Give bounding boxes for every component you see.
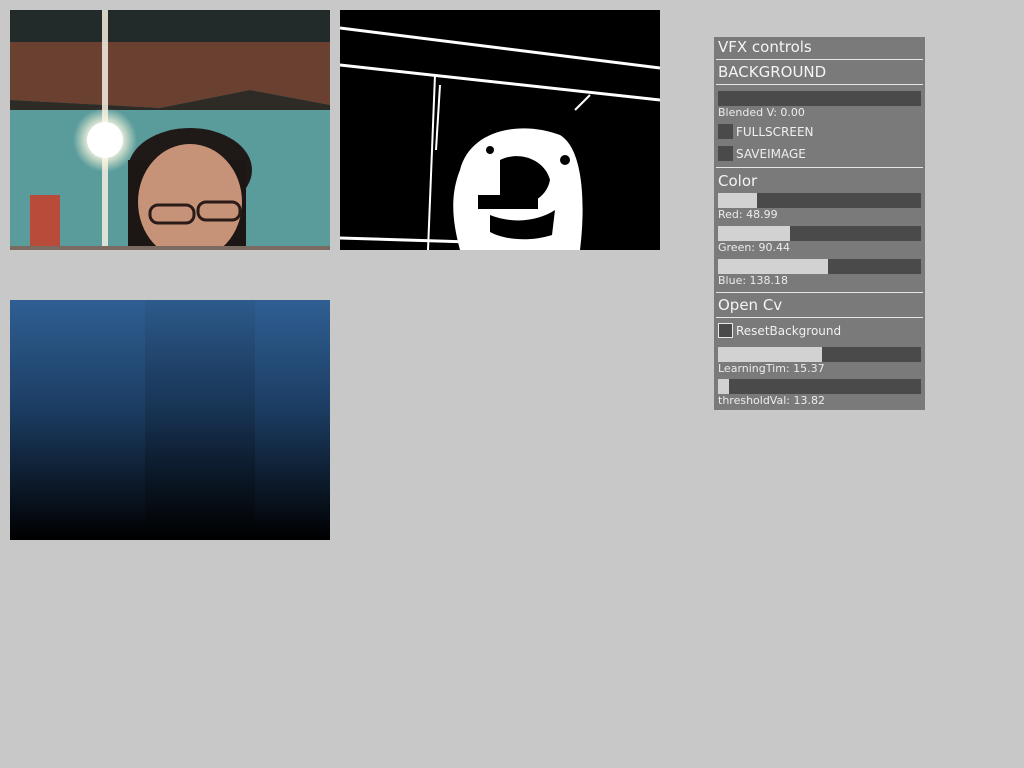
green-slider[interactable]	[718, 226, 921, 241]
saveimage-toggle[interactable]	[718, 146, 733, 161]
red-slider[interactable]	[718, 193, 921, 208]
red-slider-fill	[718, 193, 757, 208]
blue-label: Blue: 138.18	[718, 274, 789, 287]
panel-title: VFX controls	[718, 38, 812, 56]
divider	[716, 84, 923, 85]
vfx-controls-panel: VFX controls BACKGROUND Blended V: 0.00 …	[714, 37, 925, 410]
divider	[716, 292, 923, 293]
green-slider-fill	[718, 226, 790, 241]
blended-label: Blended V: 0.00	[718, 106, 805, 119]
reset-background-label[interactable]: ResetBackground	[736, 324, 841, 338]
reset-background-toggle[interactable]	[718, 323, 733, 338]
blue-slider[interactable]	[718, 259, 921, 274]
learning-time-slider-fill	[718, 347, 822, 362]
fullscreen-label[interactable]: FULLSCREEN	[736, 125, 814, 139]
blue-slider-fill	[718, 259, 828, 274]
saveimage-label[interactable]: SAVEIMAGE	[736, 147, 806, 161]
section-color-header[interactable]: Color	[718, 172, 757, 190]
blended-slider[interactable]	[718, 91, 921, 106]
threshold-slider-fill	[718, 379, 729, 394]
blended-output-view	[10, 300, 330, 540]
section-opencv-header[interactable]: Open Cv	[718, 296, 782, 314]
green-label: Green: 90.44	[718, 241, 791, 254]
divider	[716, 167, 923, 168]
section-background-header[interactable]: BACKGROUND	[718, 63, 826, 81]
threshold-label: thresholdVal: 13.82	[718, 394, 825, 407]
divider	[716, 59, 923, 60]
webcam-view	[10, 10, 330, 250]
red-label: Red: 48.99	[718, 208, 778, 221]
divider	[716, 317, 923, 318]
learning-time-label: LearningTim: 15.37	[718, 362, 825, 375]
fullscreen-toggle[interactable]	[718, 124, 733, 139]
threshold-mask-view	[340, 10, 660, 250]
learning-time-slider[interactable]	[718, 347, 921, 362]
threshold-slider[interactable]	[718, 379, 921, 394]
